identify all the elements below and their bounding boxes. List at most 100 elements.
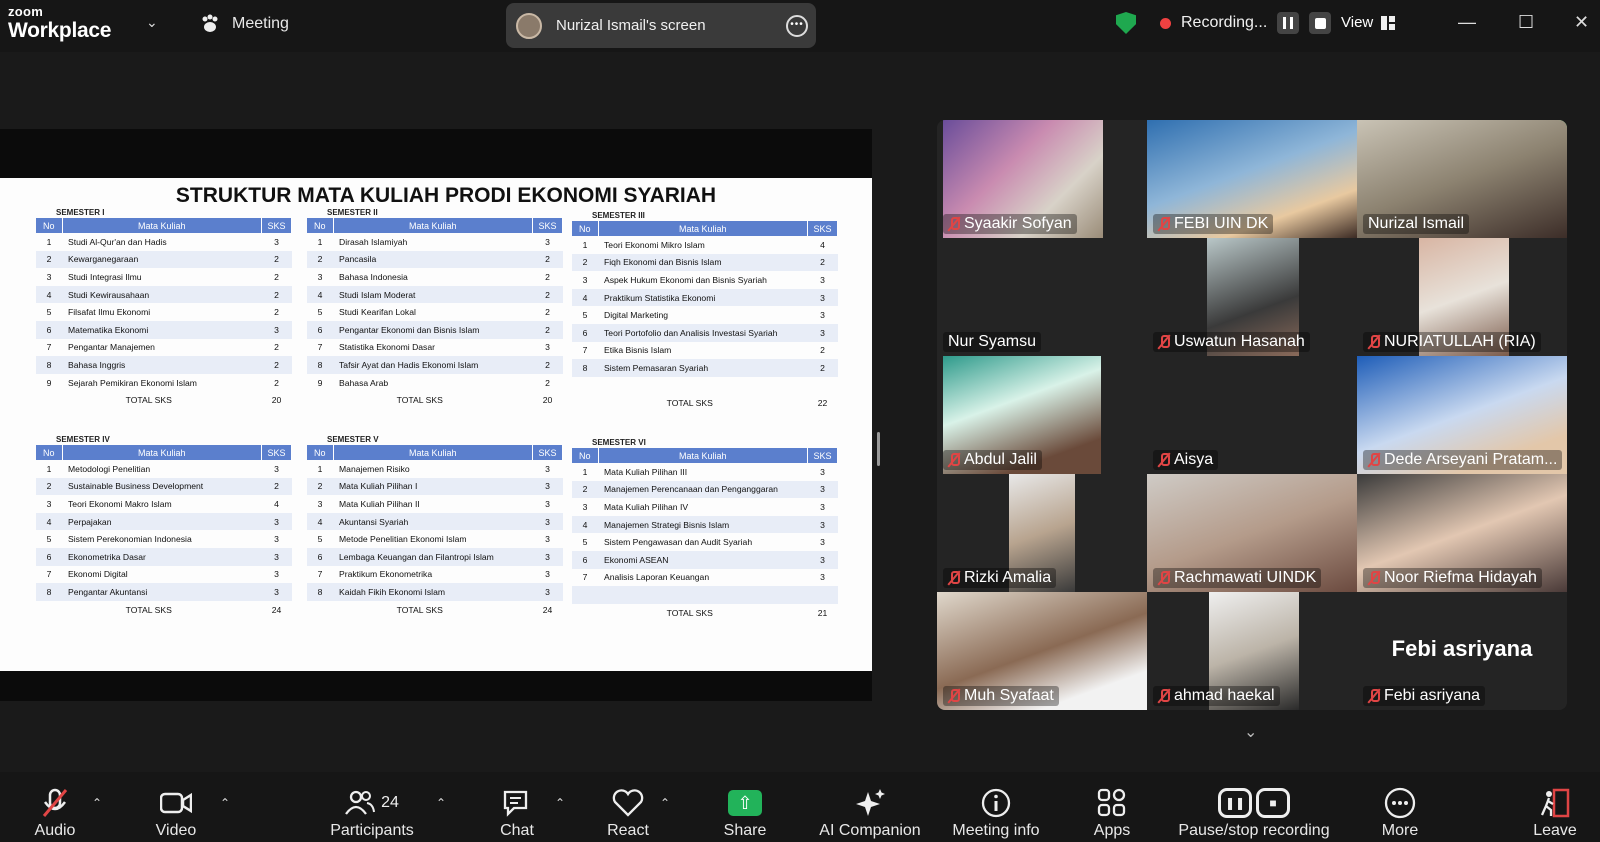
table-row: 5 Sistem Pengawasan dan Audit Syariah 3	[572, 533, 838, 551]
apps-button[interactable]: Apps	[1090, 772, 1134, 842]
screen-share-pill[interactable]: Nurizal Ismail's screen •••	[506, 3, 816, 48]
security-shield-icon[interactable]	[1116, 12, 1136, 34]
ai-companion-button[interactable]: AI Companion	[818, 772, 922, 842]
table-cell: Sustainable Business Development	[62, 477, 262, 496]
minimize-icon[interactable]: —	[1458, 12, 1476, 33]
participant-name-tag: Abdul Jalil	[943, 450, 1042, 470]
participant-tile[interactable]: Noor Riefma Hidayah	[1357, 474, 1567, 592]
top-bar: zoom Workplace ⌄ Meeting Nurizal Ismail'…	[0, 0, 1600, 52]
table-row: 3 Mata Kuliah Pilihan IV 3	[572, 498, 838, 516]
share-button[interactable]: ⇧ Share	[722, 772, 768, 842]
meeting-info-button[interactable]: Meeting info	[948, 772, 1044, 842]
table-cell	[572, 377, 598, 395]
column-header: Mata Kuliah	[62, 218, 262, 233]
table-cell: 7	[317, 342, 323, 353]
table-row: 3 Studi Integrasi Ilmu 2	[36, 268, 292, 286]
maximize-icon[interactable]: ☐	[1518, 12, 1534, 33]
table-row: 6 Teori Portofolio dan Analisis Investasi…	[572, 323, 838, 342]
table-row: 6 Matematika Ekonomi 3	[36, 320, 292, 339]
table-cell: 7	[46, 342, 52, 353]
chevron-down-icon[interactable]: ⌄	[1244, 722, 1257, 742]
participant-tile[interactable]: Dede Arseyani Pratam...	[1357, 356, 1567, 474]
participant-tile[interactable]: ahmad haekal	[1147, 592, 1357, 710]
table-row: 5 Digital Marketing 3	[572, 306, 838, 324]
table-row: 6 Ekonomi ASEAN 3	[572, 550, 838, 569]
participant-tile[interactable]: Aisya	[1147, 356, 1357, 474]
table-cell	[598, 586, 808, 604]
audio-button[interactable]: Audio	[30, 772, 80, 842]
react-button[interactable]: React	[606, 772, 650, 842]
view-button[interactable]: View	[1341, 14, 1396, 31]
chat-label: Chat	[500, 822, 534, 839]
table-cell: 3	[261, 512, 292, 531]
table-cell: 9	[46, 377, 52, 388]
table-cell: 1	[317, 236, 323, 247]
participant-name: Syaakir Sofyan	[964, 215, 1072, 232]
table-cell: Manajemen Perencanaan dan Penganggaran	[598, 480, 808, 499]
participant-tile[interactable]: Febi asriyana Febi asriyana	[1357, 592, 1567, 710]
column-header: No	[572, 221, 599, 236]
meeting-menu[interactable]: Meeting	[200, 14, 289, 34]
table-row: 9 Bahasa Arab 2	[307, 374, 563, 392]
stop-recording-button[interactable]	[1309, 12, 1332, 34]
semester-table: SEMESTER II No Mata Kuliah SKS 1 Dirasah Isla…	[307, 208, 563, 409]
participant-tile[interactable]: Muh Syafaat	[937, 592, 1147, 710]
semester-label: SEMESTER I	[56, 208, 105, 217]
pause-stop-recording-button[interactable]: ❚❚ ■ Pause/stop recording	[1176, 772, 1332, 842]
pause-recording-button[interactable]	[1277, 12, 1300, 34]
total-row: TOTAL SKS 20	[36, 391, 292, 409]
table-row: 3 Bahasa Indonesia 2	[307, 268, 563, 286]
table-cell: 3	[820, 310, 825, 321]
leave-button[interactable]: Leave	[1532, 772, 1578, 842]
participant-tile[interactable]: NURIATULLAH (RIA)	[1357, 238, 1567, 356]
participants-options-caret[interactable]: ⌃	[436, 796, 446, 810]
table-cell: 3	[545, 498, 550, 509]
chat-options-caret[interactable]: ⌃	[555, 796, 565, 810]
participant-tile[interactable]: Syaakir Sofyan	[937, 120, 1147, 238]
table-row: 4 Akuntansi Syariah 3	[307, 512, 563, 531]
audio-options-caret[interactable]: ⌃	[92, 796, 102, 810]
total-value: 20	[271, 395, 282, 406]
table-cell: 3	[807, 323, 838, 342]
table-cell: Praktikum Ekonometrika	[339, 569, 433, 580]
participant-tile[interactable]: Nurizal Ismail	[1357, 120, 1567, 238]
table-row: 5 Metode Penelitian Ekonomi Islam 3	[307, 530, 563, 548]
table-cell: Pancasila	[333, 250, 533, 269]
chevron-down-icon[interactable]: ⌄	[146, 14, 158, 31]
column-header: SKS	[807, 221, 838, 236]
splitter-handle[interactable]	[877, 432, 880, 466]
table-cell: 3	[317, 498, 323, 509]
participants-icon: 24	[345, 786, 399, 820]
participant-tile[interactable]: Rizki Amalia	[937, 474, 1147, 592]
table-row: 7 Pengantar Manajemen 2	[36, 339, 292, 357]
microphone-muted-icon	[40, 786, 70, 820]
table-cell: 6	[572, 323, 598, 342]
video-button[interactable]: Video	[151, 772, 201, 842]
react-options-caret[interactable]: ⌃	[660, 796, 670, 810]
participant-tile[interactable]: Uswatun Hasanah	[1147, 238, 1357, 356]
table-cell: 2	[820, 345, 825, 356]
participant-name: Noor Riefma Hidayah	[1384, 569, 1537, 586]
table-cell: 1	[317, 463, 323, 474]
total-label: TOTAL SKS	[396, 604, 443, 615]
participant-tile[interactable]: Rachmawati UINDK	[1147, 474, 1357, 592]
participants-button[interactable]: 24 Participants	[330, 772, 414, 842]
participant-tile[interactable]: Nur Syamsu	[937, 238, 1147, 356]
table-row: 7 Analisis Laporan Keuangan 3	[572, 569, 838, 587]
chat-button[interactable]: Chat	[495, 772, 539, 842]
table-cell: 7	[317, 569, 323, 580]
more-button[interactable]: More	[1378, 772, 1422, 842]
participant-name: Muh Syafaat	[964, 687, 1054, 704]
video-label: Video	[155, 822, 197, 839]
column-header: SKS	[261, 218, 292, 233]
participant-tile[interactable]: FEBI UIN DK	[1147, 120, 1357, 238]
close-icon[interactable]: ✕	[1574, 12, 1589, 33]
more-options-icon[interactable]: •••	[786, 15, 808, 37]
table-row: 2 Mata Kuliah Pilihan I3	[307, 477, 563, 496]
table-cell: 2	[532, 356, 563, 374]
share-icon: ⇧	[728, 786, 762, 820]
participant-name: Abdul Jalil	[964, 451, 1037, 468]
table-cell: 3	[807, 480, 838, 499]
participant-tile[interactable]: Abdul Jalil	[937, 356, 1147, 474]
video-options-caret[interactable]: ⌃	[220, 796, 230, 810]
